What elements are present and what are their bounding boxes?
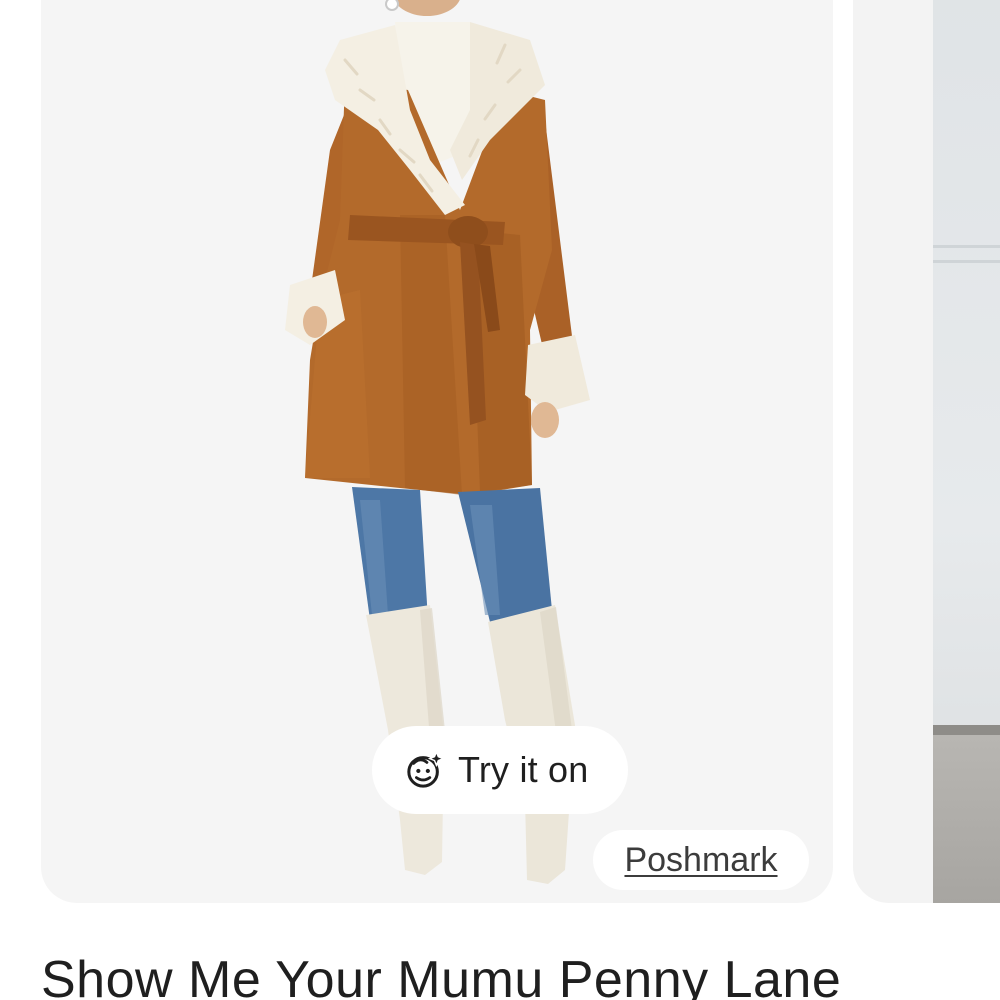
product-viewer: Try it on Poshmark Show Me Your Mumu Pen… — [0, 0, 1000, 1000]
floor — [933, 735, 1000, 903]
wall-line — [933, 245, 1000, 248]
try-it-on-button[interactable]: Try it on — [372, 726, 628, 814]
next-product-card[interactable] — [853, 0, 1000, 903]
product-title[interactable]: Show Me Your Mumu Penny Lane — [41, 948, 1000, 1000]
wall-line — [933, 260, 1000, 263]
source-link[interactable]: Poshmark — [593, 830, 809, 890]
try-it-on-label: Try it on — [458, 749, 589, 790]
source-label: Poshmark — [624, 840, 778, 879]
face-sparkle-icon — [407, 751, 444, 788]
